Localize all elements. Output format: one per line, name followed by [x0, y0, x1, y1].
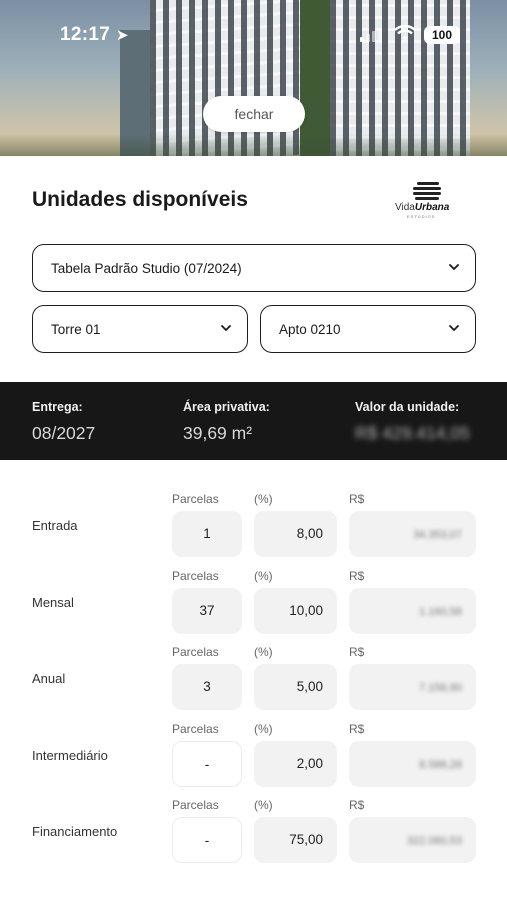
- area-label: Área privativa:: [183, 400, 270, 414]
- price-info: Valor da unidade: R$ 429.414,05: [355, 400, 470, 444]
- area-info: Área privativa: 39,69 m²: [183, 400, 270, 444]
- payment-row: Anual Parcelas (%) R$ 3 5,00 7.156,90: [0, 645, 507, 721]
- logo-wordmark: VidaUrbana: [395, 202, 449, 213]
- payment-type-label: Intermediário: [32, 748, 108, 763]
- wifi-icon: [394, 24, 416, 48]
- trees-illustration: [0, 134, 507, 156]
- brand-logo: VidaUrbana ESTÚDIOS: [395, 180, 459, 220]
- installments-field[interactable]: 37: [172, 588, 242, 634]
- payment-type-label: Financiamento: [32, 824, 118, 839]
- installments-header: Parcelas: [172, 645, 219, 659]
- amount-field: 322.060,53: [349, 817, 476, 863]
- percent-header: (%): [254, 798, 273, 812]
- amount-header: R$: [349, 798, 365, 812]
- chevron-down-icon: [449, 264, 459, 270]
- tower-select[interactable]: Torre 01: [32, 305, 248, 353]
- logo-brand-light: Vida: [395, 202, 415, 213]
- price-value: R$ 429.414,05: [355, 423, 470, 443]
- installments-field[interactable]: 3: [172, 664, 242, 710]
- amount-value: 322.060,53: [406, 835, 462, 847]
- payment-type-label: Mensal: [32, 595, 74, 610]
- amount-header: R$: [349, 722, 365, 736]
- chevron-down-icon: [221, 325, 231, 331]
- building-photo-header: 12:17 ➤ 100 fechar: [0, 0, 507, 156]
- unit-summary-band: Entrega: 08/2027 Área privativa: 39,69 m…: [0, 382, 507, 460]
- installments-header: Parcelas: [172, 722, 219, 736]
- percent-field[interactable]: 8,00: [254, 511, 337, 557]
- installments-header: Parcelas: [172, 798, 219, 812]
- installments-field[interactable]: -: [172, 817, 242, 863]
- battery-icon: 100: [424, 26, 460, 44]
- installments-field[interactable]: -: [172, 741, 242, 787]
- percent-field[interactable]: 2,00: [254, 741, 337, 787]
- amount-header: R$: [349, 569, 365, 583]
- cellular-signal-icon: [360, 28, 382, 42]
- logo-mark-icon: [413, 180, 443, 200]
- amount-value: 7.156,90: [419, 682, 462, 694]
- close-button[interactable]: fechar: [203, 96, 305, 132]
- payment-row: Financiamento Parcelas (%) R$ -75,00 322.060,…: [0, 798, 507, 874]
- status-bar: 12:17 ➤ 100: [0, 24, 507, 48]
- installments-header: Parcelas: [172, 492, 219, 506]
- amount-field: 8.588,28: [349, 741, 476, 787]
- price-label: Valor da unidade:: [355, 400, 460, 414]
- tower-value: Torre 01: [51, 322, 101, 337]
- amount-header: R$: [349, 492, 365, 506]
- amount-value: 34.353,07: [413, 529, 462, 541]
- price-table-select[interactable]: Tabela Padrão Studio (07/2024): [32, 244, 476, 292]
- percent-header: (%): [254, 569, 273, 583]
- payment-row: Intermediário Parcelas (%) R$ -2,00 8.588,28: [0, 722, 507, 798]
- installments-field[interactable]: 1: [172, 511, 242, 557]
- percent-header: (%): [254, 492, 273, 506]
- location-arrow-icon: ➤: [116, 27, 129, 44]
- payment-type-label: Entrada: [32, 518, 78, 533]
- amount-value: 1.160,58: [419, 606, 462, 618]
- percent-header: (%): [254, 722, 273, 736]
- apartment-value: Apto 0210: [279, 322, 341, 337]
- logo-brand-bold: Urbana: [414, 202, 450, 213]
- percent-field[interactable]: 5,00: [254, 664, 337, 710]
- logo-tagline: ESTÚDIOS: [407, 214, 436, 219]
- payment-row: Entrada Parcelas (%) R$ 1 8,00 34.353,07: [0, 492, 507, 568]
- payment-row: Mensal Parcelas (%) R$ 37 10,00 1.160,58: [0, 569, 507, 645]
- amount-field: 1.160,58: [349, 588, 476, 634]
- installments-header: Parcelas: [172, 569, 219, 583]
- apartment-select[interactable]: Apto 0210: [260, 305, 476, 353]
- amount-value: 8.588,28: [419, 759, 462, 771]
- percent-header: (%): [254, 645, 273, 659]
- delivery-label: Entrega:: [32, 400, 83, 414]
- page-title: Unidades disponíveis: [32, 188, 248, 211]
- status-time: 12:17: [60, 24, 111, 45]
- payment-type-label: Anual: [32, 671, 66, 686]
- amount-field: 34.353,07: [349, 511, 476, 557]
- amount-header: R$: [349, 645, 365, 659]
- area-value: 39,69 m²: [183, 423, 253, 443]
- percent-field[interactable]: 75,00: [254, 817, 337, 863]
- chevron-down-icon: [449, 325, 459, 331]
- price-table-value: Tabela Padrão Studio (07/2024): [51, 261, 242, 276]
- percent-field[interactable]: 10,00: [254, 588, 337, 634]
- delivery-value: 08/2027: [32, 423, 96, 443]
- amount-field: 7.156,90: [349, 664, 476, 710]
- delivery-info: Entrega: 08/2027: [32, 400, 95, 444]
